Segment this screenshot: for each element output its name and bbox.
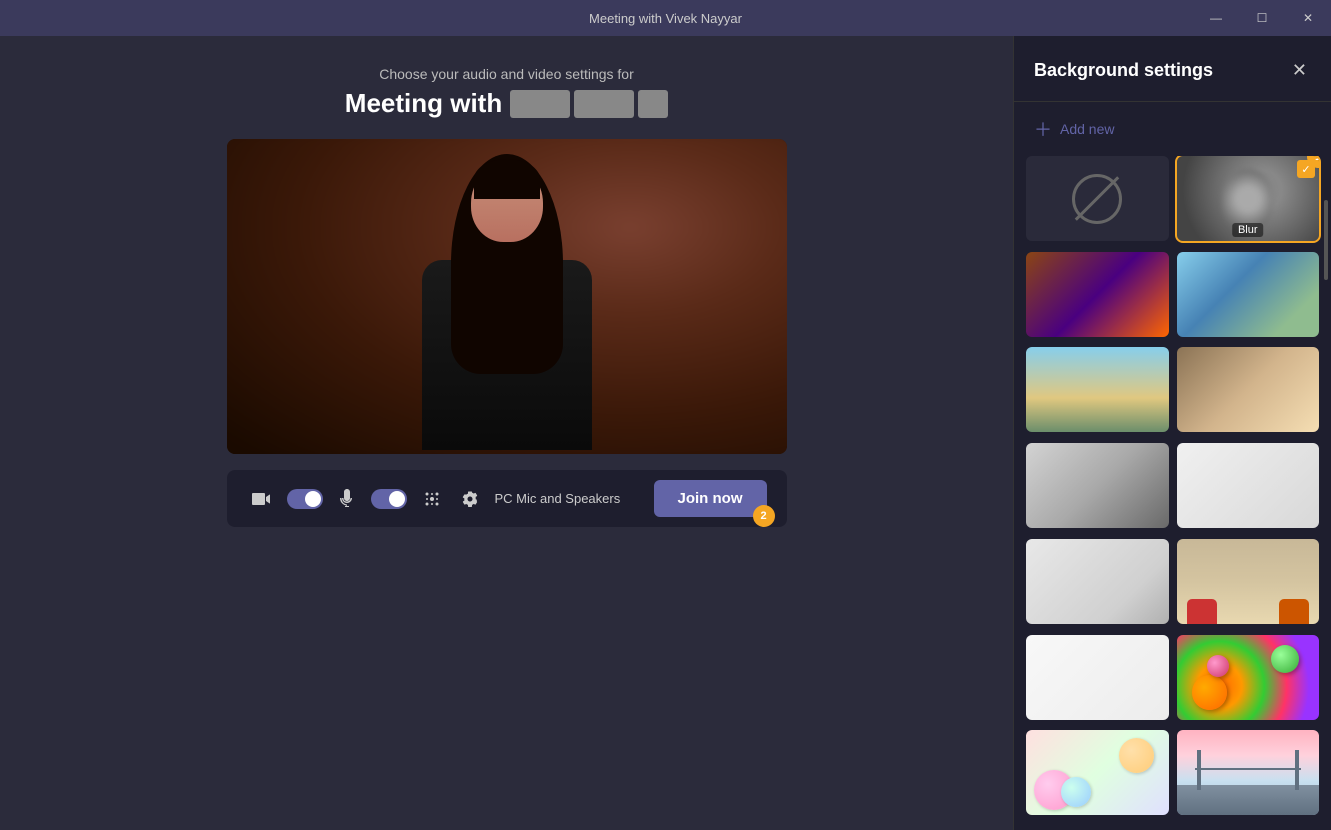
panel-header: Background settings ✕ — [1014, 36, 1331, 102]
bg-skyline-item[interactable] — [1026, 347, 1169, 432]
person-face — [471, 164, 543, 242]
bridge-tower1 — [1197, 750, 1201, 790]
bg-none-item[interactable] — [1026, 156, 1169, 241]
meeting-name-redacted — [510, 90, 668, 118]
lounge-chair1 — [1187, 599, 1217, 624]
person-figure — [407, 164, 607, 454]
video-preview — [227, 139, 787, 454]
choose-text: Choose your audio and video settings for — [379, 66, 634, 82]
mic-button[interactable] — [335, 485, 359, 513]
left-panel: Choose your audio and video settings for… — [0, 36, 1013, 830]
bridge-cable — [1195, 768, 1302, 770]
effects-icon — [423, 490, 441, 508]
bg-pastel-balls-item[interactable] — [1026, 730, 1169, 815]
bg-room1-item[interactable] — [1026, 443, 1169, 528]
redact-block-3 — [638, 90, 668, 118]
ball1 — [1192, 675, 1227, 710]
scrollbar-track — [1324, 200, 1328, 820]
camera-icon — [251, 491, 271, 507]
bg-purple-dancer-item[interactable] — [1026, 252, 1169, 337]
scrollbar-thumb[interactable] — [1324, 200, 1328, 280]
meeting-with-label: Meeting with — [345, 88, 502, 119]
bg-white-room-item[interactable] — [1177, 443, 1320, 528]
no-bg-circle — [1072, 174, 1122, 224]
bg-bedroom-item[interactable] — [1026, 539, 1169, 624]
settings-button[interactable] — [457, 486, 483, 512]
minimize-button[interactable]: — — [1193, 0, 1239, 36]
pball3 — [1119, 738, 1154, 773]
bg-lounge-item[interactable] — [1177, 539, 1320, 624]
audio-toggle[interactable] — [371, 489, 407, 509]
bg-white-studio-item[interactable] — [1026, 635, 1169, 720]
bg-office-item[interactable] — [1177, 252, 1320, 337]
camera-button[interactable] — [247, 487, 275, 511]
bg-blur-item[interactable]: 1 ✓ Blur — [1177, 156, 1320, 241]
redact-block-2 — [574, 90, 634, 118]
person-hair-top — [474, 159, 540, 199]
join-now-label: Join now — [678, 490, 743, 507]
bg-interior-item[interactable] — [1177, 347, 1320, 432]
controls-bar: PC Mic and Speakers Join now 2 — [227, 470, 787, 527]
settings-icon — [461, 490, 479, 508]
ball2 — [1271, 645, 1299, 673]
mic-icon — [339, 489, 355, 509]
ball3 — [1207, 655, 1229, 677]
panel-close-button[interactable]: ✕ — [1288, 56, 1311, 85]
blur-label: Blur — [1232, 223, 1264, 237]
add-new-label: Add new — [1060, 121, 1114, 137]
add-new-icon: ＋ — [1034, 116, 1052, 142]
audio-toggle-knob — [389, 491, 405, 507]
window-controls: — ☐ ✕ — [1193, 0, 1331, 36]
video-background — [227, 139, 787, 454]
video-toggle[interactable] — [287, 489, 323, 509]
bg-bridge-item[interactable] — [1177, 730, 1320, 815]
no-bg-line — [1075, 176, 1120, 221]
redact-block-1 — [510, 90, 570, 118]
background-grid: 1 ✓ Blur — [1014, 156, 1331, 830]
lounge-chair2 — [1279, 599, 1309, 624]
main-content: Choose your audio and video settings for… — [0, 36, 1331, 830]
join-now-button[interactable]: Join now 2 — [654, 480, 767, 517]
panel-title: Background settings — [1034, 60, 1213, 81]
video-toggle-knob — [305, 491, 321, 507]
meeting-title-row: Meeting with — [345, 88, 668, 119]
maximize-button[interactable]: ☐ — [1239, 0, 1285, 36]
pball2 — [1061, 777, 1091, 807]
person-head-area — [471, 164, 543, 242]
effects-button[interactable] — [419, 486, 445, 512]
window-title: Meeting with Vivek Nayyar — [589, 11, 742, 26]
audio-device-label: PC Mic and Speakers — [495, 491, 642, 506]
join-badge: 2 — [753, 505, 775, 527]
close-button[interactable]: ✕ — [1285, 0, 1331, 36]
background-settings-panel: Background settings ✕ ＋ Add new 1 ✓ Blur — [1013, 36, 1331, 830]
add-new-row[interactable]: ＋ Add new — [1014, 102, 1331, 156]
bg-colorful-balls-item[interactable] — [1177, 635, 1320, 720]
blur-circle — [1223, 169, 1273, 229]
title-bar: Meeting with Vivek Nayyar — ☐ ✕ — [0, 0, 1331, 36]
bridge-tower2 — [1295, 750, 1299, 790]
